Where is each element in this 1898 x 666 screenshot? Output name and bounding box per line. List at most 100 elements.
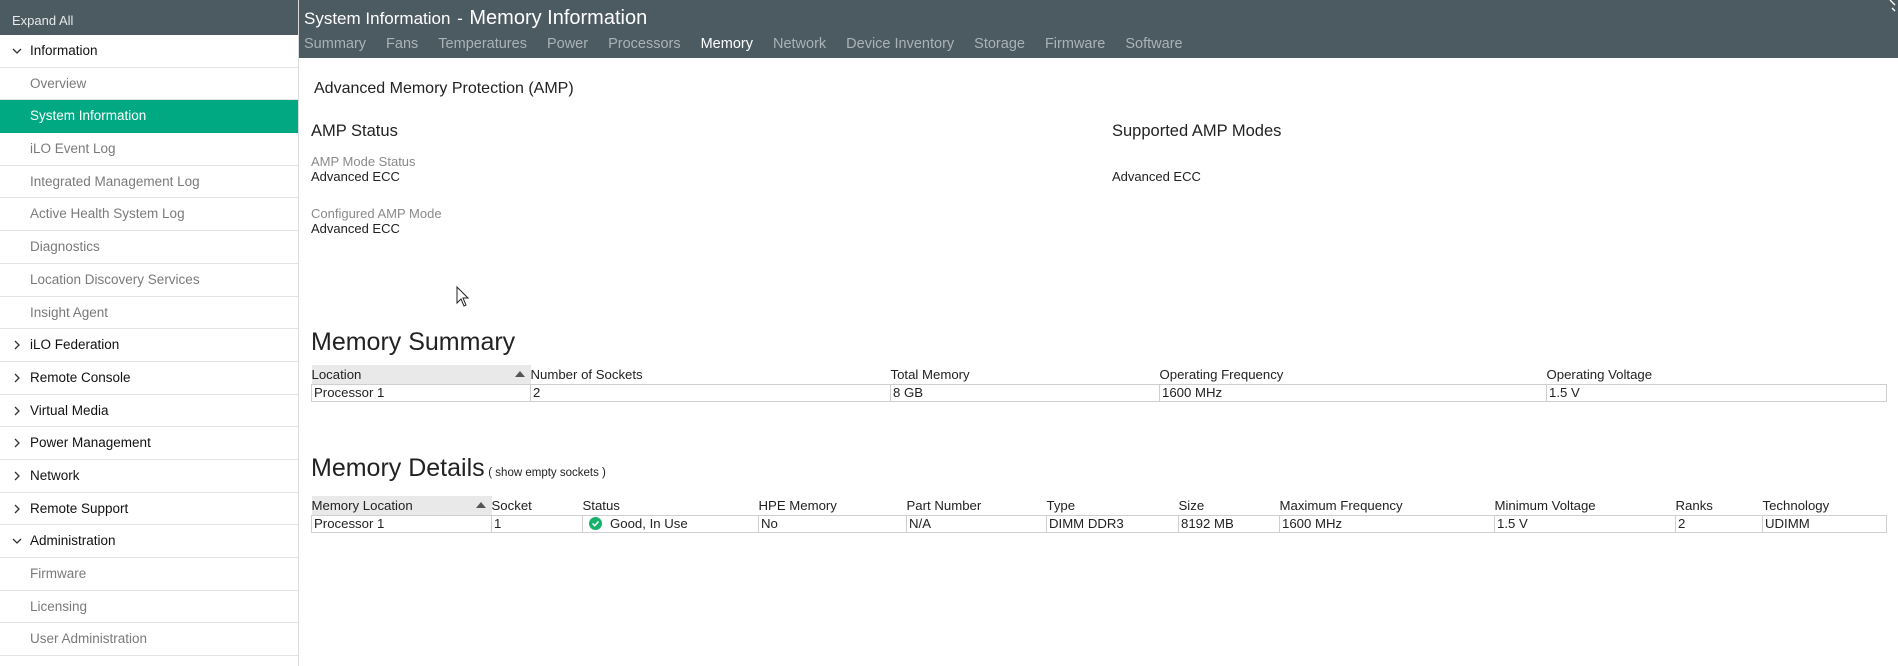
tab-power[interactable]: Power: [547, 36, 588, 52]
tab-firmware[interactable]: Firmware: [1045, 36, 1105, 52]
sidebar-item-diagnostics[interactable]: Diagnostics: [0, 231, 298, 264]
column-header-type[interactable]: Type: [1047, 496, 1179, 515]
column-header-minimum-voltage[interactable]: Minimum Voltage: [1495, 496, 1676, 515]
tab-software[interactable]: Software: [1125, 36, 1182, 52]
memory-summary-table: Location Number of Sockets Total Memory Ope…: [311, 365, 1887, 402]
cell-value: No: [761, 516, 778, 531]
chevron-right-icon[interactable]: [10, 329, 24, 361]
column-header-total-memory[interactable]: Total Memory: [891, 365, 1160, 384]
chevron-right-icon[interactable]: [10, 460, 24, 492]
tab-memory[interactable]: Memory: [701, 36, 753, 52]
chevron-right-icon[interactable]: [10, 395, 24, 427]
column-header-label: HPE Memory: [758, 498, 837, 514]
table-cell-memory-location: Processor 1: [311, 514, 492, 533]
column-header-socket[interactable]: Socket: [492, 496, 583, 515]
sidebar-item-ilo-federation[interactable]: iLO Federation: [0, 329, 298, 362]
column-header-maximum-frequency[interactable]: Maximum Frequency: [1280, 496, 1495, 515]
column-header-part-number[interactable]: Part Number: [907, 496, 1047, 515]
tab-fans[interactable]: Fans: [386, 36, 418, 52]
column-header-technology[interactable]: Technology: [1763, 496, 1887, 515]
sidebar-item-label: Integrated Management Log: [30, 173, 200, 189]
sidebar-item-network[interactable]: Network: [0, 460, 298, 493]
sidebar-item-licensing[interactable]: Licensing: [0, 591, 298, 624]
tab-device-inventory[interactable]: Device Inventory: [846, 36, 954, 52]
show-empty-sockets-link[interactable]: ( show empty sockets ): [488, 467, 606, 479]
cell-value: 2: [533, 385, 541, 400]
column-header-operating-voltage[interactable]: Operating Voltage: [1547, 365, 1887, 384]
table-cell-ranks: 2: [1675, 514, 1763, 533]
sidebar-item-overview[interactable]: Overview: [0, 68, 298, 101]
cell-value: Processor 1: [314, 385, 385, 400]
tab-network[interactable]: Network: [773, 36, 826, 52]
header: System Information - Memory Information …: [299, 0, 1898, 58]
cell-value: 1600 MHz: [1282, 516, 1343, 531]
nav-list: Information Overview System Information iLO…: [0, 35, 298, 666]
table-cell-hpe-memory: No: [758, 514, 907, 533]
column-header-label: Socket: [491, 498, 532, 514]
column-header-status[interactable]: Status: [583, 496, 759, 515]
amp-status-heading: AMP Status: [311, 122, 398, 140]
sidebar-item-user-administration[interactable]: User Administration: [0, 623, 298, 657]
column-header-label: Operating Voltage: [1546, 367, 1653, 383]
sidebar-item-label: User Administration: [30, 631, 148, 647]
page-title: System Information - Memory Information: [304, 7, 647, 30]
sidebar-item-power-management[interactable]: Power Management: [0, 427, 298, 460]
expand-all-button[interactable]: Expand All: [0, 0, 298, 35]
column-header-number-of-sockets[interactable]: Number of Sockets: [531, 365, 891, 384]
tab-storage[interactable]: Storage: [974, 36, 1025, 52]
chevron-right-icon[interactable]: [10, 493, 24, 525]
tab-summary[interactable]: Summary: [304, 36, 366, 52]
table-cell-maximum-frequency: 1600 MHz: [1279, 514, 1495, 533]
column-header-label: Type: [1046, 498, 1076, 514]
column-header-label: Total Memory: [890, 367, 970, 383]
sidebar-item-integrated-management-log[interactable]: Integrated Management Log: [0, 166, 298, 199]
sidebar-item-information[interactable]: Information: [0, 35, 298, 68]
column-header-hpe-memory[interactable]: HPE Memory: [759, 496, 907, 515]
chevron-right-icon[interactable]: [10, 362, 24, 394]
sidebar-item-system-information[interactable]: System Information: [0, 100, 298, 134]
memory-details-table: Memory Location Socket Status HPE Memory Par…: [311, 496, 1887, 533]
cell-value: 8 GB: [893, 385, 924, 400]
chevron-right-icon[interactable]: [10, 427, 24, 459]
title-prefix: System Information: [304, 9, 451, 28]
column-header-operating-frequency[interactable]: Operating Frequency: [1160, 365, 1547, 384]
column-header-label: Minimum Voltage: [1494, 498, 1596, 514]
sidebar-item-remote-support[interactable]: Remote Support: [0, 493, 298, 526]
title-separator: -: [457, 9, 463, 28]
sidebar-item-location-discovery-services[interactable]: Location Discovery Services: [0, 264, 298, 297]
sidebar-item-remote-console[interactable]: Remote Console: [0, 362, 298, 395]
column-header-memory-location[interactable]: Memory Location: [311, 496, 492, 515]
resize-icon[interactable]: [1886, 0, 1896, 12]
cell-value: 1: [494, 516, 502, 531]
sidebar-item-administration[interactable]: Administration: [0, 525, 298, 558]
sidebar-item-virtual-media[interactable]: Virtual Media: [0, 395, 298, 428]
column-header-label: Location: [311, 367, 362, 383]
column-header-ranks[interactable]: Ranks: [1676, 496, 1763, 515]
table-cell-type: DIMM DDR3: [1046, 514, 1179, 533]
table-cell-minimum-voltage: 1.5 V: [1494, 514, 1676, 533]
chevron-down-icon[interactable]: [10, 525, 24, 557]
column-header-location[interactable]: Location: [311, 365, 531, 384]
column-header-label: Status: [582, 498, 620, 514]
status-ok-icon: [589, 517, 602, 530]
sort-ascending-icon[interactable]: [475, 502, 486, 508]
sidebar-item-access-settings[interactable]: Access Settings: [0, 656, 298, 666]
sidebar-item-active-health-system-log[interactable]: Active Health System Log: [0, 198, 298, 232]
sort-ascending-icon[interactable]: [514, 371, 525, 377]
sidebar-item-label: System Information: [30, 108, 147, 124]
table-cell-size: 8192 MB: [1178, 514, 1280, 533]
sidebar-item-insight-agent[interactable]: Insight Agent: [0, 297, 298, 330]
cell-value: 8192 MB: [1181, 516, 1234, 531]
sidebar-item-firmware[interactable]: Firmware: [0, 558, 298, 591]
column-header-size[interactable]: Size: [1179, 496, 1280, 515]
sidebar-item-label: Virtual Media: [30, 402, 109, 418]
chevron-down-icon[interactable]: [10, 35, 24, 67]
main-content: Advanced Memory Protection (AMP) AMP Sta…: [299, 58, 1898, 666]
mouse-cursor-icon: [456, 285, 470, 308]
configured-amp-mode-value: Advanced ECC: [311, 221, 400, 236]
tab-temperatures[interactable]: Temperatures: [438, 36, 527, 52]
sidebar-item-label: Network: [30, 467, 80, 483]
tab-processors[interactable]: Processors: [608, 36, 681, 52]
sidebar-item-label: Information: [30, 43, 98, 58]
sidebar-item-ilo-event-log[interactable]: iLO Event Log: [0, 133, 298, 166]
